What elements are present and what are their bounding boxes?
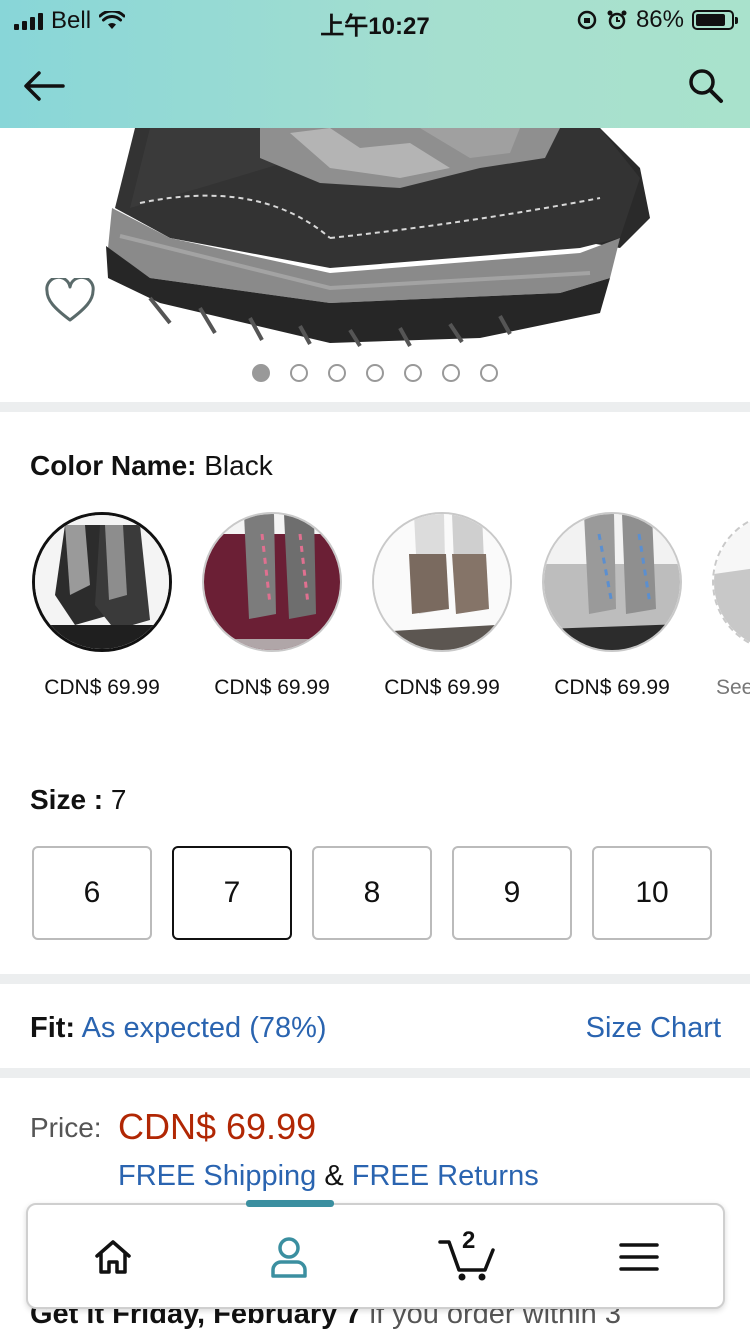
size-option-10[interactable]: 10 bbox=[592, 846, 712, 940]
swatch-image bbox=[202, 512, 342, 652]
swatch-image bbox=[32, 512, 172, 652]
nav-cart[interactable]: 2 bbox=[432, 1227, 502, 1287]
battery-icon bbox=[692, 10, 738, 30]
product-image-carousel[interactable] bbox=[0, 128, 750, 402]
section-divider bbox=[0, 402, 750, 412]
carousel-dot[interactable] bbox=[252, 364, 270, 382]
search-button[interactable] bbox=[682, 62, 730, 110]
price-label: Price: bbox=[30, 1112, 102, 1143]
price-value: CDN$ 69.99 bbox=[118, 1106, 317, 1147]
size-chart-link[interactable]: Size Chart bbox=[586, 1012, 721, 1045]
size-label: Size : bbox=[30, 784, 104, 815]
color-value: Black bbox=[204, 450, 273, 481]
see-more-label: See bbox=[716, 676, 750, 699]
size-value: 7 bbox=[110, 784, 127, 815]
color-label: Color Name: bbox=[30, 450, 197, 481]
section-divider bbox=[0, 974, 750, 984]
size-option-9[interactable]: 9 bbox=[452, 846, 572, 940]
carousel-dot[interactable] bbox=[328, 364, 346, 382]
carousel-dot[interactable] bbox=[290, 364, 308, 382]
heart-outline-icon bbox=[45, 275, 95, 322]
swatch-price: CDN$ 69.99 bbox=[44, 676, 160, 699]
shipping-row: FREE Shipping & FREE Returns bbox=[118, 1160, 539, 1193]
top-bar: Bell 上午10:27 86% bbox=[0, 0, 750, 128]
carousel-dot[interactable] bbox=[366, 364, 384, 382]
size-option-6[interactable]: 6 bbox=[32, 846, 152, 940]
color-swatch-grey[interactable]: CDN$ 69.99 bbox=[542, 512, 682, 700]
status-right: 86% bbox=[576, 6, 738, 34]
search-icon bbox=[689, 69, 723, 103]
active-tab-indicator bbox=[246, 1200, 334, 1207]
ampersand: & bbox=[324, 1160, 344, 1192]
carousel-dot[interactable] bbox=[404, 364, 422, 382]
color-swatch-more[interactable]: See bbox=[712, 512, 750, 700]
product-image bbox=[106, 128, 650, 348]
size-options: 6 7 8 9 10 bbox=[32, 846, 712, 940]
size-option-8[interactable]: 8 bbox=[312, 846, 432, 940]
orientation-lock-icon bbox=[577, 10, 597, 30]
fit-value-link[interactable]: As expected (78%) bbox=[82, 1012, 327, 1044]
carousel-dot[interactable] bbox=[480, 364, 498, 382]
swatch-image bbox=[712, 512, 750, 652]
battery-fill bbox=[696, 14, 726, 26]
color-swatch-burgundy[interactable]: CDN$ 69.99 bbox=[202, 512, 342, 700]
section-divider bbox=[0, 1068, 750, 1078]
color-label-row: Color Name: Black bbox=[30, 450, 273, 482]
alarm-icon bbox=[607, 10, 627, 30]
color-swatch-list: CDN$ 69.99 CDN$ 69.99 CDN$ 69.99 CDN$ 69… bbox=[0, 512, 750, 712]
bottom-nav: 2 bbox=[26, 1200, 725, 1309]
free-returns-link[interactable]: FREE Returns bbox=[352, 1160, 539, 1192]
swatch-price: CDN$ 69.99 bbox=[554, 676, 670, 699]
arrow-left-icon bbox=[24, 71, 65, 101]
swatch-price: CDN$ 69.99 bbox=[384, 676, 500, 699]
carousel-dot[interactable] bbox=[442, 364, 460, 382]
swatch-image bbox=[542, 512, 682, 652]
menu-icon bbox=[619, 1243, 659, 1271]
account-icon bbox=[271, 1237, 307, 1278]
swatch-image bbox=[372, 512, 512, 652]
battery-percent: 86% bbox=[635, 6, 684, 33]
swatch-price: CDN$ 69.99 bbox=[214, 676, 330, 699]
status-bar: Bell 上午10:27 86% bbox=[0, 0, 750, 40]
nav-menu[interactable] bbox=[604, 1227, 674, 1287]
nav-account[interactable] bbox=[254, 1227, 324, 1287]
back-button[interactable] bbox=[20, 62, 68, 110]
cart-count-badge: 2 bbox=[462, 1227, 476, 1254]
wishlist-button[interactable] bbox=[44, 275, 96, 329]
fit-row: Fit: As expected (78%) bbox=[30, 1012, 327, 1045]
size-option-7[interactable]: 7 bbox=[172, 846, 292, 940]
free-shipping-link[interactable]: FREE Shipping bbox=[118, 1160, 316, 1192]
size-label-row: Size : 7 bbox=[30, 784, 127, 816]
fit-label: Fit: bbox=[30, 1012, 76, 1044]
color-swatch-black[interactable]: CDN$ 69.99 bbox=[32, 512, 172, 700]
color-swatch-white[interactable]: CDN$ 69.99 bbox=[372, 512, 512, 700]
home-icon bbox=[95, 1240, 131, 1274]
carousel-dots bbox=[0, 364, 750, 382]
nav-home[interactable] bbox=[78, 1227, 148, 1287]
